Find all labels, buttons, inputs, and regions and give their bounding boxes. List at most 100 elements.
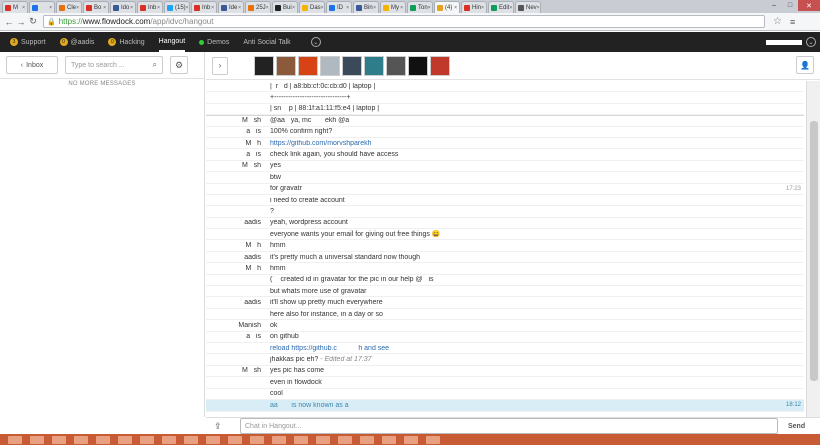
taskbar-app-icon[interactable] xyxy=(316,435,330,444)
reload-icon[interactable]: ↻ xyxy=(27,16,39,27)
flow-tab[interactable]: Anti Social Talk xyxy=(243,32,290,52)
message-text[interactable]: reload https://github.c h and see xyxy=(266,345,778,352)
browser-tab[interactable]: Nev × xyxy=(515,1,541,13)
member-avatar[interactable] xyxy=(386,55,406,76)
browser-tab[interactable]: My × xyxy=(380,1,406,13)
message-author[interactable]: aadis xyxy=(206,219,266,226)
tab-close-icon[interactable]: × xyxy=(186,5,189,11)
browser-tab[interactable]: Edit × xyxy=(488,1,514,13)
tab-close-icon[interactable]: × xyxy=(481,5,484,11)
inbox-button[interactable]: ‹ Inbox xyxy=(6,56,58,74)
browser-tab[interactable]: Bo × xyxy=(83,1,109,13)
taskbar-app-icon[interactable] xyxy=(382,435,396,444)
browser-tab[interactable]: Hin × xyxy=(461,1,487,13)
browser-tab[interactable]: Ido × xyxy=(110,1,136,13)
message-author[interactable]: M h xyxy=(206,242,266,249)
taskbar-app-icon[interactable] xyxy=(184,435,198,444)
browser-tab[interactable]: (4) × xyxy=(434,1,460,13)
taskbar-app-icon[interactable] xyxy=(52,435,66,444)
tab-close-icon[interactable]: × xyxy=(400,5,403,11)
browser-tab[interactable]: Ton × xyxy=(407,1,433,13)
tab-close-icon[interactable]: × xyxy=(130,5,133,11)
tab-close-icon[interactable]: × xyxy=(22,5,25,11)
flow-tab[interactable]: Demos xyxy=(199,32,229,52)
add-user-button[interactable]: 👤 xyxy=(796,56,814,74)
message-author[interactable]: M sh xyxy=(206,117,266,124)
browser-tab[interactable]: Cle × xyxy=(56,1,82,13)
browser-menu-icon[interactable]: ≡ xyxy=(790,17,795,27)
tab-close-icon[interactable]: × xyxy=(321,5,324,11)
member-avatar[interactable] xyxy=(276,55,296,76)
tab-close-icon[interactable]: × xyxy=(292,5,295,11)
taskbar-app-icon[interactable] xyxy=(338,435,352,444)
browser-tab[interactable]: (15) × xyxy=(164,1,190,13)
message-scrollbar[interactable] xyxy=(806,81,820,417)
taskbar-app-icon[interactable] xyxy=(74,435,88,444)
send-button[interactable]: Send xyxy=(788,423,805,430)
message-author[interactable]: M sh xyxy=(206,367,266,374)
expand-sidebar-button[interactable]: › xyxy=(212,56,228,75)
taskbar-app-icon[interactable] xyxy=(118,435,132,444)
member-avatar[interactable] xyxy=(364,55,384,76)
browser-tab[interactable]: Das × xyxy=(299,1,325,13)
message-author[interactable]: a is xyxy=(206,151,266,158)
browser-tab[interactable]: M × xyxy=(2,1,28,13)
more-flows-chevron-icon[interactable]: ⌄ xyxy=(310,37,321,47)
taskbar-app-icon[interactable] xyxy=(294,435,308,444)
message-author[interactable]: a is xyxy=(206,333,266,340)
browser-tab[interactable]: 25J × xyxy=(245,1,271,13)
tab-close-icon[interactable]: × xyxy=(238,5,241,11)
chat-input[interactable]: Chat in Hangout... xyxy=(240,418,778,434)
taskbar-app-icon[interactable] xyxy=(96,435,110,444)
tab-close-icon[interactable]: × xyxy=(428,5,431,11)
flow-tab[interactable]: 0 @aadis xyxy=(59,32,94,52)
back-arrow-icon[interactable]: ← xyxy=(3,17,15,27)
url-field[interactable]: 🔒 https:// www.flowdock.com /app/idvc/ha… xyxy=(43,15,765,28)
settings-button[interactable]: ⚙ xyxy=(170,56,188,74)
maximize-icon[interactable]: □ xyxy=(782,0,798,11)
member-avatar[interactable] xyxy=(430,55,450,76)
taskbar-app-icon[interactable] xyxy=(250,435,264,444)
browser-tab[interactable]: × xyxy=(29,1,55,13)
tab-close-icon[interactable]: × xyxy=(454,5,457,11)
browser-tab[interactable]: Bin × xyxy=(353,1,379,13)
message-author[interactable]: aadis xyxy=(206,299,266,306)
member-avatar[interactable] xyxy=(320,55,340,76)
message-author[interactable]: a is xyxy=(206,128,266,135)
taskbar-app-icon[interactable] xyxy=(272,435,286,444)
close-icon[interactable]: ✕ xyxy=(798,0,820,11)
user-menu[interactable]: ⌄ xyxy=(766,37,816,47)
taskbar-app-icon[interactable] xyxy=(162,435,176,444)
member-avatar[interactable] xyxy=(342,55,362,76)
flow-tab[interactable]: 0 Hacking xyxy=(108,32,145,52)
flow-tab[interactable]: 3 Support xyxy=(10,32,46,52)
browser-tab[interactable]: Ide × xyxy=(218,1,244,13)
browser-tab[interactable]: ID × xyxy=(326,1,352,13)
tab-close-icon[interactable]: × xyxy=(157,5,160,11)
tab-close-icon[interactable]: × xyxy=(266,5,269,11)
member-avatar[interactable] xyxy=(298,55,318,76)
taskbar-app-icon[interactable] xyxy=(206,435,220,444)
chevron-down-icon[interactable]: ⌄ xyxy=(806,37,816,47)
message-author[interactable]: M h xyxy=(206,140,266,147)
tab-close-icon[interactable]: × xyxy=(211,5,214,11)
taskbar-app-icon[interactable] xyxy=(8,435,22,444)
message-text[interactable]: https://github.com/morvshparekh xyxy=(266,140,778,147)
forward-arrow-icon[interactable]: → xyxy=(15,17,27,27)
tab-close-icon[interactable]: × xyxy=(373,5,376,11)
message-author[interactable]: M h xyxy=(206,265,266,272)
browser-tab[interactable]: Inb × xyxy=(191,1,217,13)
taskbar-app-icon[interactable] xyxy=(426,435,440,444)
message-author[interactable]: Manish xyxy=(206,322,266,329)
tab-close-icon[interactable]: × xyxy=(103,5,106,11)
tab-close-icon[interactable]: × xyxy=(76,5,79,11)
taskbar-app-icon[interactable] xyxy=(140,435,154,444)
taskbar-app-icon[interactable] xyxy=(360,435,374,444)
member-avatar[interactable] xyxy=(254,55,274,76)
tab-close-icon[interactable]: × xyxy=(346,5,349,11)
message-author[interactable]: M sh xyxy=(206,162,266,169)
tab-close-icon[interactable]: × xyxy=(509,5,512,11)
flow-tab[interactable]: Hangout xyxy=(158,32,186,52)
message-author[interactable]: aadis xyxy=(206,254,266,261)
taskbar-app-icon[interactable] xyxy=(228,435,242,444)
